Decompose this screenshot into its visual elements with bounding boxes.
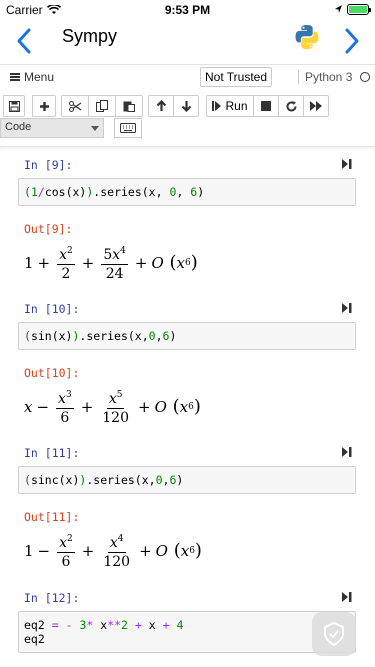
input-prompt: In [9]: bbox=[24, 158, 73, 172]
notebook-title: Sympy bbox=[62, 26, 118, 46]
notebook-toolbar: Run Code bbox=[0, 94, 375, 142]
python-logo-icon bbox=[295, 25, 319, 49]
run-cell-icon[interactable] bbox=[342, 303, 352, 313]
chevron-down-icon bbox=[91, 126, 99, 131]
move-down-button[interactable] bbox=[173, 95, 199, 117]
run-all-button[interactable] bbox=[303, 95, 329, 117]
stop-icon bbox=[261, 101, 271, 111]
step-forward-icon bbox=[212, 101, 222, 111]
trust-indicator-button[interactable]: Not Trusted bbox=[200, 67, 273, 87]
menu-label: Menu bbox=[24, 70, 55, 84]
clipboard-icon bbox=[123, 101, 135, 112]
floppy-disk-icon bbox=[8, 100, 20, 112]
kernel-status-icon bbox=[360, 72, 370, 82]
code-cell[interactable]: (sin(x)).series(x,0,6) bbox=[18, 322, 356, 350]
math-output: x − x3 6 + x5 120 + O (x 6) bbox=[24, 386, 201, 427]
restart-icon bbox=[286, 100, 296, 111]
menu-button[interactable]: Menu bbox=[10, 70, 54, 84]
input-prompt: In [11]: bbox=[24, 446, 80, 460]
copy-button[interactable] bbox=[88, 95, 116, 117]
arrow-up-icon bbox=[156, 100, 166, 111]
cut-button[interactable] bbox=[61, 95, 89, 117]
navigation-bar: Sympy bbox=[0, 20, 375, 64]
battery-icon bbox=[347, 4, 371, 15]
code-cell[interactable]: (1/cos(x)).series(x, 0, 6) bbox=[18, 178, 356, 206]
fast-forward-icon bbox=[310, 101, 322, 111]
insert-group bbox=[32, 95, 56, 117]
run-label: Run bbox=[225, 99, 248, 113]
keyboard-shortcuts-button[interactable] bbox=[114, 118, 142, 138]
move-up-button[interactable] bbox=[148, 95, 174, 117]
run-cell-icon[interactable] bbox=[342, 159, 352, 169]
status-time: 9:53 PM bbox=[164, 3, 211, 17]
save-button[interactable] bbox=[3, 95, 25, 117]
output-prompt: Out[9]: bbox=[24, 222, 73, 236]
paste-button[interactable] bbox=[115, 95, 143, 117]
math-output: 1 − x2 6 + x4 120 + O (x 6) bbox=[24, 530, 202, 571]
scissors-icon bbox=[68, 100, 81, 112]
status-right bbox=[335, 4, 371, 15]
interrupt-button[interactable] bbox=[253, 95, 279, 117]
cell-type-select[interactable]: Code bbox=[0, 118, 104, 138]
run-cell-icon[interactable] bbox=[342, 592, 352, 602]
input-prompt: In [10]: bbox=[24, 302, 80, 316]
insert-cell-button[interactable] bbox=[32, 95, 56, 117]
cell-type-value: Code bbox=[5, 121, 32, 133]
forward-chevron-icon[interactable] bbox=[338, 26, 364, 56]
kernel-name: Python 3 bbox=[298, 70, 352, 84]
output-prompt: Out[10]: bbox=[24, 366, 80, 380]
hamburger-icon bbox=[10, 73, 20, 81]
save-group bbox=[3, 95, 25, 117]
run-cell-icon[interactable] bbox=[342, 447, 352, 457]
arrow-down-icon bbox=[181, 101, 191, 112]
notebook-menubar: Menu Not Trusted Python 3 bbox=[0, 64, 375, 90]
input-prompt: In [12]: bbox=[24, 591, 80, 605]
output-prompt: Out[11]: bbox=[24, 510, 80, 524]
math-output: 1 + x2 2 + 5x4 24 + O (x 6) bbox=[24, 242, 198, 283]
move-group bbox=[148, 95, 199, 117]
status-bar: Carrier 9:53 PM bbox=[0, 0, 375, 20]
location-icon bbox=[335, 4, 342, 13]
run-button[interactable]: Run bbox=[206, 95, 254, 117]
copy-icon bbox=[96, 100, 108, 112]
assistive-touch-button[interactable] bbox=[312, 612, 356, 656]
restart-button[interactable] bbox=[278, 95, 304, 117]
keyboard-icon bbox=[120, 123, 136, 133]
code-cell[interactable]: (sinc(x)).series(x,0,6) bbox=[18, 466, 356, 494]
plus-icon bbox=[39, 101, 49, 111]
code-cell[interactable]: eq2 = - 3* x**2 + x + 4 eq2 bbox=[18, 611, 356, 653]
edit-group bbox=[61, 95, 143, 117]
back-chevron-icon[interactable] bbox=[12, 26, 38, 56]
checkmark-shield-icon bbox=[324, 621, 344, 647]
run-group: Run bbox=[206, 95, 329, 117]
notebook-area: In [9]: (1/cos(x)).series(x, 0, 6) Out[9… bbox=[0, 146, 375, 667]
